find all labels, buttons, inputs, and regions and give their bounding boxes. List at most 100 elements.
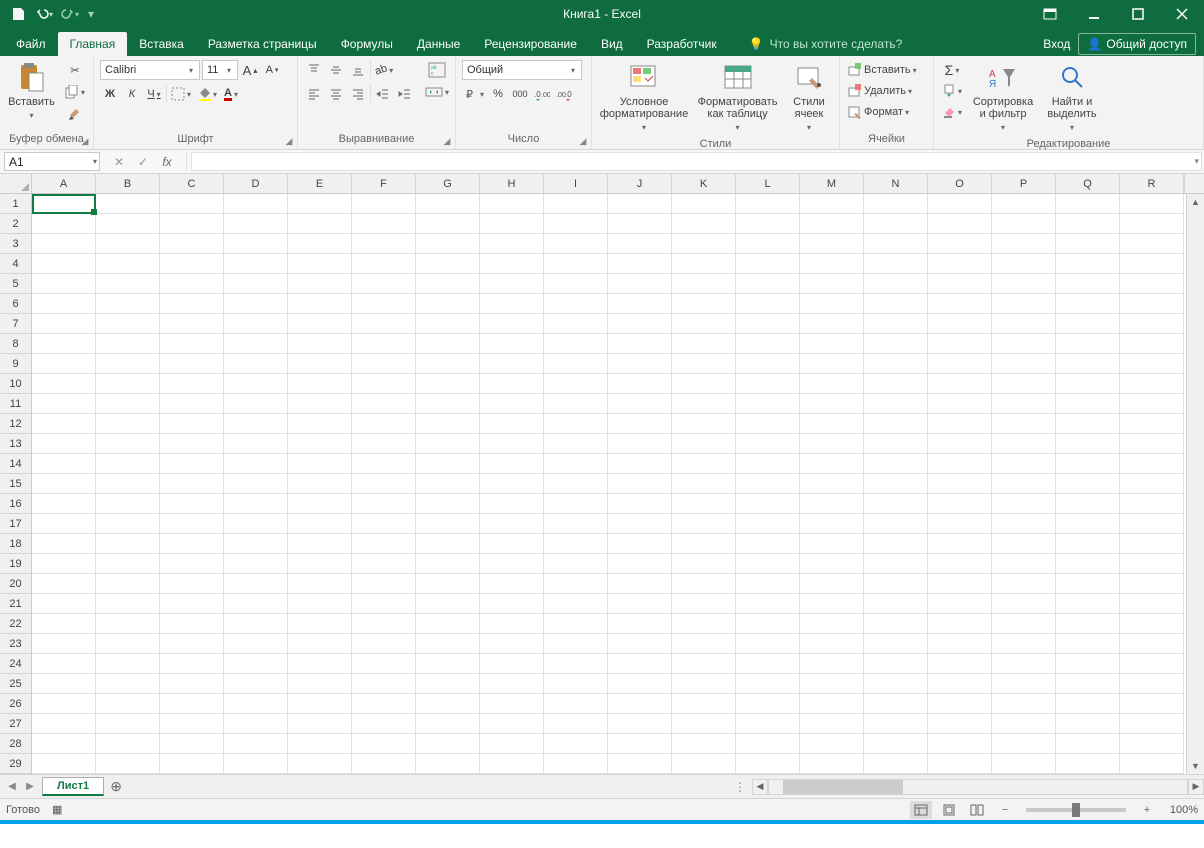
cell-G11[interactable] [416, 394, 480, 414]
tab-insert[interactable]: Вставка [127, 32, 196, 56]
cell-Q3[interactable] [1056, 234, 1120, 254]
cell-M5[interactable] [800, 274, 864, 294]
cell-G2[interactable] [416, 214, 480, 234]
cell-M11[interactable] [800, 394, 864, 414]
cut-button[interactable]: ✂ [63, 60, 87, 80]
cell-O6[interactable] [928, 294, 992, 314]
cell-D6[interactable] [224, 294, 288, 314]
row-header-24[interactable]: 24 [0, 654, 31, 674]
cell-O22[interactable] [928, 614, 992, 634]
cell-D21[interactable] [224, 594, 288, 614]
cell-N26[interactable] [864, 694, 928, 714]
cell-J13[interactable] [608, 434, 672, 454]
cell-F7[interactable] [352, 314, 416, 334]
cell-I4[interactable] [544, 254, 608, 274]
cell-D28[interactable] [224, 734, 288, 754]
cell-K5[interactable] [672, 274, 736, 294]
cell-K2[interactable] [672, 214, 736, 234]
cell-G19[interactable] [416, 554, 480, 574]
cell-K8[interactable] [672, 334, 736, 354]
formula-input[interactable]: ▾ [191, 152, 1202, 171]
cell-H15[interactable] [480, 474, 544, 494]
cell-M20[interactable] [800, 574, 864, 594]
column-header-D[interactable]: D [224, 174, 288, 193]
cell-K17[interactable] [672, 514, 736, 534]
cell-E4[interactable] [288, 254, 352, 274]
cell-M23[interactable] [800, 634, 864, 654]
cell-H14[interactable] [480, 454, 544, 474]
enter-formula-button[interactable]: ✓ [134, 155, 152, 169]
number-format-combo[interactable]: Общий▾ [462, 60, 582, 80]
cell-L17[interactable] [736, 514, 800, 534]
cell-O24[interactable] [928, 654, 992, 674]
cell-C14[interactable] [160, 454, 224, 474]
tab-view[interactable]: Вид [589, 32, 635, 56]
column-header-A[interactable]: A [32, 174, 96, 193]
cell-H21[interactable] [480, 594, 544, 614]
cell-J25[interactable] [608, 674, 672, 694]
cell-F28[interactable] [352, 734, 416, 754]
cell-K7[interactable] [672, 314, 736, 334]
cell-E10[interactable] [288, 374, 352, 394]
cell-I18[interactable] [544, 534, 608, 554]
row-header-22[interactable]: 22 [0, 614, 31, 634]
cell-J20[interactable] [608, 574, 672, 594]
cell-A23[interactable] [32, 634, 96, 654]
ribbon-display-options-button[interactable] [1028, 0, 1072, 28]
cell-N14[interactable] [864, 454, 928, 474]
cell-F19[interactable] [352, 554, 416, 574]
row-header-6[interactable]: 6 [0, 294, 31, 314]
cell-C21[interactable] [160, 594, 224, 614]
font-size-combo[interactable]: 11▾ [202, 60, 238, 80]
cell-G9[interactable] [416, 354, 480, 374]
cell-A27[interactable] [32, 714, 96, 734]
cell-N6[interactable] [864, 294, 928, 314]
cell-L23[interactable] [736, 634, 800, 654]
zoom-out-button[interactable]: − [994, 801, 1016, 819]
cell-E1[interactable] [288, 194, 352, 214]
sheet-tab-1[interactable]: Лист1 [42, 777, 104, 796]
cell-C13[interactable] [160, 434, 224, 454]
cell-Q7[interactable] [1056, 314, 1120, 334]
cell-D12[interactable] [224, 414, 288, 434]
cell-B12[interactable] [96, 414, 160, 434]
cell-G10[interactable] [416, 374, 480, 394]
cell-D15[interactable] [224, 474, 288, 494]
cell-J4[interactable] [608, 254, 672, 274]
cell-A22[interactable] [32, 614, 96, 634]
cell-B28[interactable] [96, 734, 160, 754]
cell-H28[interactable] [480, 734, 544, 754]
cell-H3[interactable] [480, 234, 544, 254]
cell-J1[interactable] [608, 194, 672, 214]
cell-O23[interactable] [928, 634, 992, 654]
cell-A7[interactable] [32, 314, 96, 334]
cell-F12[interactable] [352, 414, 416, 434]
cell-I15[interactable] [544, 474, 608, 494]
tab-home[interactable]: Главная [58, 32, 128, 56]
macro-record-icon[interactable]: ▦ [52, 803, 62, 816]
cell-H27[interactable] [480, 714, 544, 734]
cell-J22[interactable] [608, 614, 672, 634]
row-header-8[interactable]: 8 [0, 334, 31, 354]
cell-I17[interactable] [544, 514, 608, 534]
cell-N9[interactable] [864, 354, 928, 374]
cell-R29[interactable] [1120, 754, 1184, 774]
cell-B18[interactable] [96, 534, 160, 554]
cell-M29[interactable] [800, 754, 864, 774]
cell-P17[interactable] [992, 514, 1056, 534]
cell-A10[interactable] [32, 374, 96, 394]
page-layout-view-button[interactable] [938, 801, 960, 819]
cell-G3[interactable] [416, 234, 480, 254]
cell-N4[interactable] [864, 254, 928, 274]
cell-A16[interactable] [32, 494, 96, 514]
orientation-button[interactable]: ab▾ [373, 60, 395, 80]
cell-B6[interactable] [96, 294, 160, 314]
cell-D16[interactable] [224, 494, 288, 514]
cell-L15[interactable] [736, 474, 800, 494]
cell-Q26[interactable] [1056, 694, 1120, 714]
cell-G12[interactable] [416, 414, 480, 434]
cell-D3[interactable] [224, 234, 288, 254]
cell-F5[interactable] [352, 274, 416, 294]
cell-J8[interactable] [608, 334, 672, 354]
cell-N25[interactable] [864, 674, 928, 694]
